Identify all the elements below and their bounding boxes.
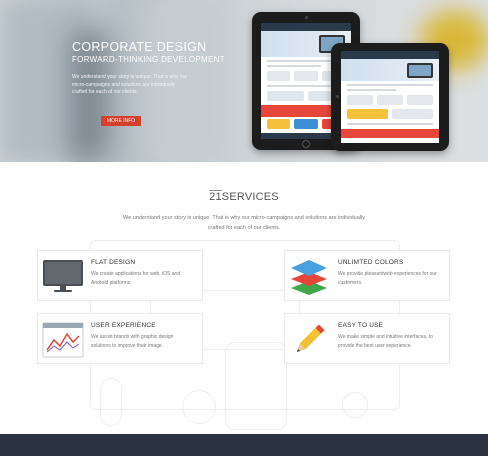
service-text: We assist brands with graphic design sol… <box>91 334 174 349</box>
footer-bar <box>0 434 488 456</box>
service-card-user-experience: USER EXPERIENCE We assist brands with gr… <box>37 313 203 364</box>
magnifier-sketch <box>182 390 216 424</box>
services-heading: 21SERVICES <box>0 191 488 203</box>
layers-icon <box>291 260 327 295</box>
service-title: EASY TO USE <box>338 322 384 329</box>
chart-window-icon <box>42 322 84 358</box>
service-card-flat-design: FLAT DESIGN We create applications for w… <box>37 250 203 301</box>
service-text: We create applications for web, iOS and … <box>91 271 181 286</box>
hero-banner: CORPORATE DESIGN FORWARD-THINKING DEVELO… <box>0 0 488 162</box>
service-card-easy-to-use: EASY TO USE We make simple and intuitive… <box>284 313 450 364</box>
services-title-word: SERVICES <box>221 191 279 203</box>
phone-sketch <box>225 342 287 430</box>
joystick-sketch <box>342 392 368 418</box>
service-text: We provide pleasantweb experiences for o… <box>338 271 437 286</box>
service-card-unlimited-colors: UNLIMTED COLORS We provide pleasantweb e… <box>284 250 450 301</box>
hero-description: We understand your story is unique. That… <box>72 74 188 95</box>
hero-title: CORPORATE DESIGN <box>72 40 207 54</box>
pencil-icon <box>296 324 325 353</box>
monitor-icon <box>43 260 83 292</box>
service-text: We make simple and intuitive interfaces,… <box>338 334 433 349</box>
services-intro: We understand your story is unique. That… <box>123 215 365 231</box>
service-title: UNLIMTED COLORS <box>338 259 404 266</box>
services-number: 21 <box>209 191 222 203</box>
service-title: FLAT DESIGN <box>91 259 136 266</box>
hero-subtitle: FORWARD-THINKING DEVELOPMENT <box>72 55 225 64</box>
more-info-button[interactable]: MORE INFO <box>101 116 141 126</box>
paperclip-sketch <box>100 378 122 426</box>
tablet-mockup-landscape <box>331 43 449 151</box>
service-title: USER EXPERIENCE <box>91 322 156 329</box>
